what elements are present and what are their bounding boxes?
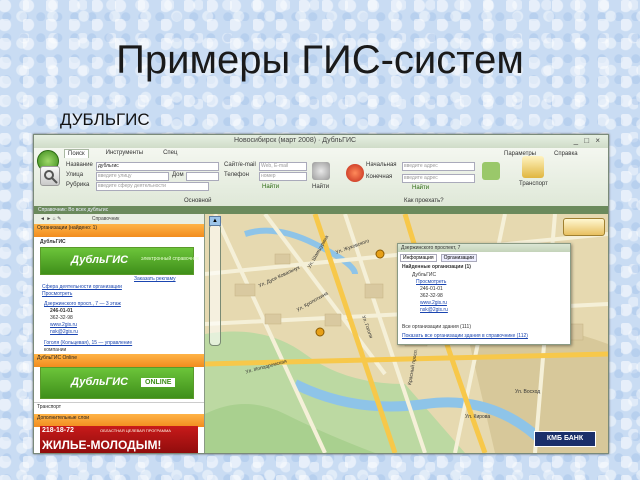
start-input[interactable]: введите адрес bbox=[402, 162, 475, 171]
org-site[interactable]: www.2gis.ru bbox=[50, 322, 77, 328]
street-label: Улица bbox=[66, 172, 84, 178]
tab-search[interactable]: Поиск bbox=[64, 149, 89, 158]
phone-label: Телефон bbox=[224, 172, 249, 178]
popup-all-link[interactable]: Показать все организации здания в справо… bbox=[402, 333, 528, 339]
slide-title: Примеры ГИС-систем bbox=[116, 38, 524, 82]
house-input[interactable] bbox=[186, 172, 219, 181]
org-address[interactable]: Дзержинского просп., 7 — 3 этаж bbox=[44, 301, 121, 307]
search-icon[interactable] bbox=[40, 166, 60, 186]
org-phone-2: 362-32-98 bbox=[50, 315, 73, 321]
transport-icon[interactable] bbox=[522, 156, 544, 178]
slide-subtitle: ДУБЛЬГИС bbox=[60, 110, 150, 129]
dublgis-logo[interactable]: ДубльГИС электронный справочник bbox=[40, 247, 199, 275]
route-find-button[interactable]: Найти bbox=[412, 185, 429, 191]
spec-link-2[interactable]: Просмотреть bbox=[42, 291, 72, 297]
window-titlebar: Новосибирск (март 2008) · ДубльГИС _ □ × bbox=[34, 135, 608, 148]
window-title: Новосибирск (март 2008) · ДубльГИС bbox=[234, 137, 357, 144]
popup-site[interactable]: www.2gis.ru bbox=[420, 300, 447, 306]
dublgis-window: Новосибирск (март 2008) · ДубльГИС _ □ ×… bbox=[33, 134, 609, 454]
bank-logo[interactable]: КМБ БАНК bbox=[534, 431, 596, 447]
tab-tools[interactable]: Инструменты bbox=[103, 149, 146, 158]
tab-special[interactable]: Спец bbox=[160, 149, 180, 158]
info-popup[interactable]: Дзержинского проспект, 7 Информация Орга… bbox=[397, 243, 571, 345]
logo-tagline: электронный справочник bbox=[141, 256, 199, 262]
org-name[interactable]: ДубльГИС bbox=[40, 239, 66, 245]
dublgis-logo-text: ДубльГИС bbox=[71, 254, 129, 266]
name-label: Название bbox=[66, 162, 93, 168]
street-input[interactable]: введите улицу bbox=[96, 172, 169, 181]
section-main: Основной bbox=[184, 198, 212, 204]
end-input[interactable]: введите адрес bbox=[402, 174, 475, 183]
ad-banner[interactable]: 218-18-72 ОБЛАСТНАЯ ЦЕЛЕВАЯ ПРОГРАММА ЖИ… bbox=[40, 426, 198, 453]
online-header[interactable]: ДубльГИС Online bbox=[34, 354, 204, 367]
rubric-label: Рубрика bbox=[66, 182, 90, 188]
route-icon[interactable] bbox=[346, 164, 364, 182]
online-badge: ONLINE bbox=[141, 378, 176, 387]
street-label-8: Ул. Кирова bbox=[465, 414, 491, 420]
find-icon-label: Найти bbox=[312, 184, 330, 190]
site-label: Сайт/e-mail bbox=[224, 162, 256, 168]
status-line: Справочник: Во всех дубльгис bbox=[34, 206, 608, 214]
second-sub: компании bbox=[44, 347, 67, 353]
start-label: Начальная bbox=[366, 162, 397, 168]
zoom-in-icon[interactable]: ▲ bbox=[209, 216, 221, 226]
phone-input[interactable]: номер bbox=[259, 172, 307, 181]
site-input[interactable]: Web, E-mail bbox=[259, 162, 307, 171]
layer-icon[interactable] bbox=[482, 162, 500, 180]
rubric-input[interactable]: введите сферу деятельности bbox=[96, 182, 209, 191]
map-tools-icon[interactable] bbox=[563, 218, 605, 236]
end-label: Конечная bbox=[366, 174, 393, 180]
online-logo[interactable]: ДубльГИС ONLINE bbox=[40, 367, 194, 399]
popup-tab-info[interactable]: Информация bbox=[400, 254, 437, 262]
search-find-button[interactable]: Найти bbox=[262, 184, 279, 190]
popup-phone-2: 362-32-98 bbox=[420, 293, 443, 299]
transport-label: Транспорт bbox=[519, 181, 548, 187]
sidebar-nav-label[interactable]: Справочник bbox=[92, 216, 120, 222]
popup-tab-orgs[interactable]: Организации bbox=[440, 254, 477, 262]
banner-program: ОБЛАСТНАЯ ЦЕЛЕВАЯ ПРОГРАММА bbox=[100, 428, 171, 433]
popup-org-name[interactable]: ДубльГИС bbox=[412, 272, 436, 278]
window-controls[interactable]: _ □ × bbox=[574, 136, 602, 145]
org-phone-1: 246-01-01 bbox=[50, 308, 73, 314]
name-input[interactable]: дубльгис bbox=[96, 162, 219, 171]
banner-text: ЖИЛЬЕ-МОЛОДЫМ! bbox=[42, 438, 162, 452]
spec-link-1[interactable]: Сфера деятельности организации bbox=[42, 284, 122, 290]
help-link[interactable]: Справка bbox=[554, 151, 578, 157]
sidebar-nav: ◄ ► ⌂ ✎ Справочник bbox=[34, 214, 204, 224]
city-map[interactable]: ▲ Ул. Дуси Ковальчук Ул. Шамшурина Ул. Ж… bbox=[205, 214, 608, 453]
popup-phone-1: 246-01-01 bbox=[420, 286, 443, 292]
org-header[interactable]: Организации (найдено: 1) bbox=[34, 224, 204, 237]
banner-phone: 218-18-72 bbox=[42, 427, 74, 434]
ad-link[interactable]: Заказать рекламу bbox=[134, 276, 176, 282]
popup-title: Дзержинского проспект, 7 bbox=[398, 244, 570, 252]
zoom-slider[interactable] bbox=[209, 224, 221, 346]
ribbon-toolbar: Поиск Инструменты Спец Параметры Справка… bbox=[34, 148, 608, 207]
popup-found: Найденные организации (1) bbox=[402, 264, 471, 270]
sidebar: ◄ ► ⌂ ✎ Справочник Организации (найдено:… bbox=[34, 214, 205, 453]
street-label-9: Ул. Восход bbox=[515, 389, 541, 395]
section-route: Как проехать? bbox=[404, 198, 444, 204]
house-label: Дом bbox=[172, 172, 184, 178]
ribbon-tabs: Поиск Инструменты Спец bbox=[64, 149, 180, 158]
popup-org-link[interactable]: Просмотреть bbox=[416, 279, 446, 285]
popup-all[interactable]: Все организации здания (111) bbox=[402, 324, 471, 330]
online-logo-text: ДубльГИС bbox=[71, 376, 129, 388]
popup-email[interactable]: nsk@2gis.ru bbox=[420, 307, 448, 313]
org-email[interactable]: nsk@2gis.ru bbox=[50, 329, 78, 335]
find-icon[interactable] bbox=[312, 162, 330, 180]
second-address[interactable]: Гоголя (Кольцевая), 15 — управление bbox=[44, 340, 132, 346]
